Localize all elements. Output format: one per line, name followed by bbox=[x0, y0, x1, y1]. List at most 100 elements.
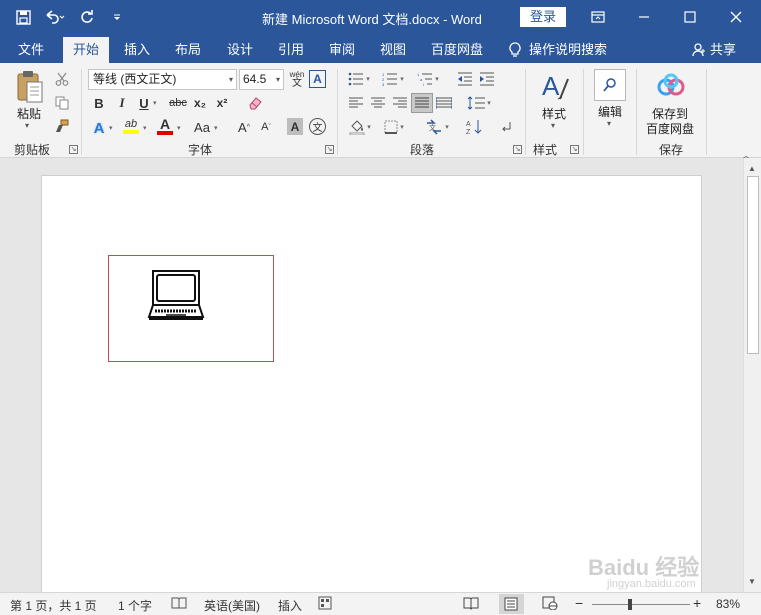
shrink-font-button[interactable]: Aˇ bbox=[258, 118, 274, 136]
share-button[interactable]: 共享 bbox=[692, 37, 736, 63]
text-effects-button[interactable]: A bbox=[91, 119, 107, 137]
line-spacing-button[interactable]: ▾ bbox=[465, 95, 493, 111]
font-launcher[interactable]: ↘ bbox=[325, 145, 334, 154]
bold-button[interactable]: B bbox=[92, 95, 106, 111]
tab-baidu-netdisk[interactable]: 百度网盘 bbox=[431, 37, 483, 63]
font-color-button[interactable]: A bbox=[156, 116, 174, 136]
paragraph-launcher[interactable]: ↘ bbox=[513, 145, 522, 154]
ribbon-display-options-button[interactable] bbox=[575, 0, 621, 34]
page-count[interactable]: 第 1 页，共 1 页 bbox=[10, 597, 97, 614]
subscript-button[interactable]: x₂ bbox=[192, 95, 208, 111]
macro-record-button[interactable] bbox=[318, 596, 332, 613]
proofing-status-button[interactable] bbox=[171, 596, 187, 613]
web-layout-button[interactable] bbox=[542, 596, 558, 613]
italic-button[interactable]: I bbox=[115, 95, 129, 111]
superscript-button[interactable]: x² bbox=[214, 95, 230, 111]
zoom-slider-track[interactable] bbox=[592, 604, 690, 605]
editing-button[interactable] bbox=[594, 69, 626, 101]
minimize-button[interactable] bbox=[621, 0, 667, 34]
increase-indent-button[interactable] bbox=[478, 71, 496, 87]
svg-text:A: A bbox=[466, 121, 471, 128]
bullets-button[interactable]: ▾ bbox=[347, 71, 371, 87]
vertical-scrollbar[interactable]: ▲ ▼ bbox=[743, 158, 761, 592]
align-left-button[interactable] bbox=[347, 95, 365, 111]
styles-dropdown[interactable]: ▾ bbox=[551, 121, 555, 130]
insert-mode-indicator[interactable]: 插入 bbox=[278, 597, 302, 614]
format-painter-button[interactable] bbox=[54, 118, 70, 134]
grow-font-button[interactable]: A ^ bbox=[236, 118, 252, 136]
change-case-dropdown[interactable]: ▾ bbox=[214, 124, 218, 132]
show-marks-button[interactable] bbox=[496, 118, 516, 136]
borders-button[interactable]: ▾ bbox=[380, 118, 408, 136]
text-effects-dropdown[interactable]: ▾ bbox=[109, 124, 113, 132]
zoom-in-button[interactable]: + bbox=[693, 595, 701, 611]
laptop-icon[interactable] bbox=[147, 269, 205, 323]
scroll-down-arrow[interactable]: ▼ bbox=[748, 577, 756, 586]
zoom-level[interactable]: 83% bbox=[716, 597, 740, 611]
font-name-select[interactable]: 等线 (西文正文) ▾ bbox=[88, 69, 237, 90]
clear-formatting-button[interactable] bbox=[246, 94, 264, 112]
underline-button[interactable]: U bbox=[137, 95, 151, 111]
font-size-select[interactable]: 64.5 ▾ bbox=[239, 69, 284, 90]
styles-launcher[interactable]: ↘ bbox=[570, 145, 579, 154]
sort-button[interactable]: AZ bbox=[464, 118, 484, 136]
align-right-button[interactable] bbox=[391, 95, 409, 111]
undo-button[interactable] bbox=[40, 6, 70, 28]
clipboard-launcher[interactable]: ↘ bbox=[69, 145, 78, 154]
enclose-characters-button[interactable]: A bbox=[309, 70, 326, 88]
justify-button[interactable] bbox=[411, 93, 433, 113]
scroll-up-arrow[interactable]: ▲ bbox=[748, 164, 756, 173]
editing-dropdown[interactable]: ▾ bbox=[607, 119, 611, 128]
distributed-button[interactable] bbox=[435, 95, 453, 111]
selected-image-frame[interactable] bbox=[108, 255, 274, 362]
multilevel-list-button[interactable]: 1ai ▾ bbox=[415, 71, 441, 87]
enclosed-character-button[interactable]: 文 bbox=[309, 118, 326, 135]
align-center-button[interactable] bbox=[369, 95, 387, 111]
group-separator bbox=[706, 69, 707, 155]
copy-button[interactable] bbox=[54, 95, 70, 111]
zoom-out-button[interactable]: − bbox=[575, 595, 583, 611]
document-area[interactable] bbox=[0, 158, 743, 592]
tab-view[interactable]: 视图 bbox=[380, 37, 406, 63]
multilevel-list-icon: 1ai bbox=[417, 72, 433, 86]
zoom-slider-thumb[interactable] bbox=[628, 599, 632, 610]
language-indicator[interactable]: 英语(美国) bbox=[204, 597, 260, 614]
login-button[interactable]: 登录 bbox=[520, 7, 566, 27]
scroll-thumb[interactable] bbox=[747, 176, 759, 354]
highlight-button[interactable]: ab bbox=[122, 116, 140, 136]
close-button[interactable] bbox=[713, 0, 759, 34]
word-count[interactable]: 1 个字 bbox=[118, 597, 152, 614]
read-mode-button[interactable] bbox=[463, 596, 479, 613]
save-to-baidu-button[interactable] bbox=[655, 71, 687, 101]
tab-review[interactable]: 审阅 bbox=[329, 37, 355, 63]
strikethrough-button[interactable]: abc bbox=[167, 95, 189, 111]
tab-file[interactable]: 文件 bbox=[18, 37, 44, 63]
numbering-button[interactable]: 123 ▾ bbox=[381, 71, 405, 87]
tab-home[interactable]: 开始 bbox=[63, 37, 110, 63]
cut-button[interactable] bbox=[54, 71, 70, 87]
paste-dropdown[interactable]: ▾ bbox=[25, 121, 29, 130]
save-button[interactable] bbox=[10, 6, 36, 28]
print-layout-button[interactable] bbox=[499, 594, 524, 614]
highlight-dropdown[interactable]: ▾ bbox=[143, 124, 147, 132]
redo-button[interactable] bbox=[74, 6, 100, 28]
decrease-indent-button[interactable] bbox=[456, 71, 474, 87]
tab-references[interactable]: 引用 bbox=[278, 37, 304, 63]
styles-button[interactable]: A bbox=[538, 69, 572, 103]
document-page[interactable] bbox=[41, 175, 702, 592]
tab-design[interactable]: 设计 bbox=[227, 37, 253, 63]
chinese-layout-button[interactable]: 文 ▾ bbox=[422, 118, 452, 136]
tell-me-search[interactable]: 操作说明搜索 bbox=[509, 37, 607, 63]
tab-layout[interactable]: 布局 bbox=[175, 37, 201, 63]
tab-insert[interactable]: 插入 bbox=[124, 37, 150, 63]
customize-qat-button[interactable] bbox=[104, 6, 130, 28]
phonetic-guide-button[interactable]: wén 文 bbox=[288, 69, 306, 89]
shading-button[interactable]: ▾ bbox=[346, 118, 374, 136]
maximize-icon bbox=[684, 11, 696, 23]
character-shading-button[interactable]: A bbox=[287, 118, 303, 135]
paste-button[interactable] bbox=[12, 69, 48, 105]
font-color-dropdown[interactable]: ▾ bbox=[177, 124, 181, 132]
underline-dropdown[interactable]: ▾ bbox=[153, 99, 157, 107]
maximize-button[interactable] bbox=[667, 0, 713, 34]
change-case-button[interactable]: Aa bbox=[191, 118, 213, 136]
